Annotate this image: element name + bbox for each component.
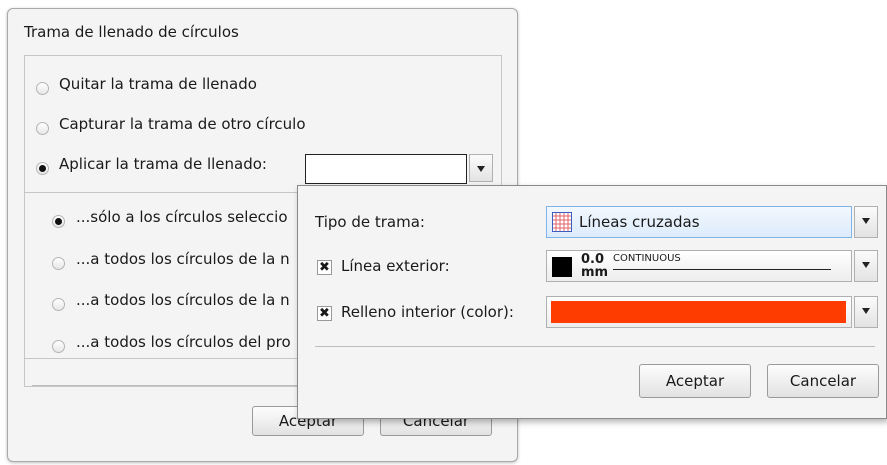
fill-color-dropdown-button[interactable] xyxy=(854,296,878,328)
pattern-type-label: Tipo de trama: xyxy=(315,213,425,231)
outline-style-combo[interactable]: 0.0 mm CONTINUOUS xyxy=(546,250,852,282)
scope-project-label[interactable]: ...a todos los círculos del pro xyxy=(76,333,291,351)
pattern-type-dropdown-button[interactable] xyxy=(854,206,878,238)
apply-pattern-label[interactable]: Aplicar la trama de llenado: xyxy=(59,155,267,173)
outline-color-swatch xyxy=(552,257,572,277)
apply-pattern-radio[interactable] xyxy=(36,162,49,175)
popup-cancel-button[interactable]: Cancelar xyxy=(767,364,879,398)
outline-checkbox[interactable]: ✖ xyxy=(317,260,332,275)
outline-linetype: CONTINUOUS xyxy=(613,253,681,264)
scope-layer2-radio[interactable] xyxy=(52,298,65,311)
linetype-preview-line xyxy=(613,269,831,270)
dialog-title: Trama de llenado de círculos xyxy=(24,23,239,41)
popup-separator xyxy=(315,346,875,347)
outline-label[interactable]: Línea exterior: xyxy=(341,257,450,275)
fill-checkbox[interactable]: ✖ xyxy=(317,306,332,321)
scope-layer-label[interactable]: ...a todos los círculos de la n xyxy=(76,250,290,268)
remove-pattern-label[interactable]: Quitar la trama de llenado xyxy=(59,75,257,93)
cross-hatch-icon xyxy=(552,212,572,232)
pattern-type-value: Líneas cruzadas xyxy=(579,213,700,231)
fill-color-swatch xyxy=(551,301,846,323)
pattern-dropdown-button[interactable] xyxy=(469,154,493,182)
popup-accept-button[interactable]: Aceptar xyxy=(639,364,751,398)
outline-style-dropdown-button[interactable] xyxy=(854,250,878,282)
outline-weight-unit: mm xyxy=(581,265,609,280)
fill-label[interactable]: Relleno interior (color): xyxy=(341,303,514,321)
scope-layer-radio[interactable] xyxy=(52,257,65,270)
pattern-editor-popup: Tipo de trama: Líneas cruzadas ✖ Línea e… xyxy=(297,185,887,419)
scope-selected-label[interactable]: ...sólo a los círculos seleccio xyxy=(76,208,288,226)
scope-layer2-label[interactable]: ...a todos los círculos de la n xyxy=(76,291,290,309)
scope-project-radio[interactable] xyxy=(52,340,65,353)
capture-pattern-label[interactable]: Capturar la trama de otro círculo xyxy=(59,115,306,133)
pattern-preview-field[interactable] xyxy=(305,154,467,184)
fill-color-combo[interactable] xyxy=(546,296,852,328)
scope-selected-radio[interactable] xyxy=(52,215,65,228)
capture-pattern-radio[interactable] xyxy=(36,122,49,135)
pattern-type-combo[interactable]: Líneas cruzadas xyxy=(546,206,852,238)
remove-pattern-radio[interactable] xyxy=(36,82,49,95)
